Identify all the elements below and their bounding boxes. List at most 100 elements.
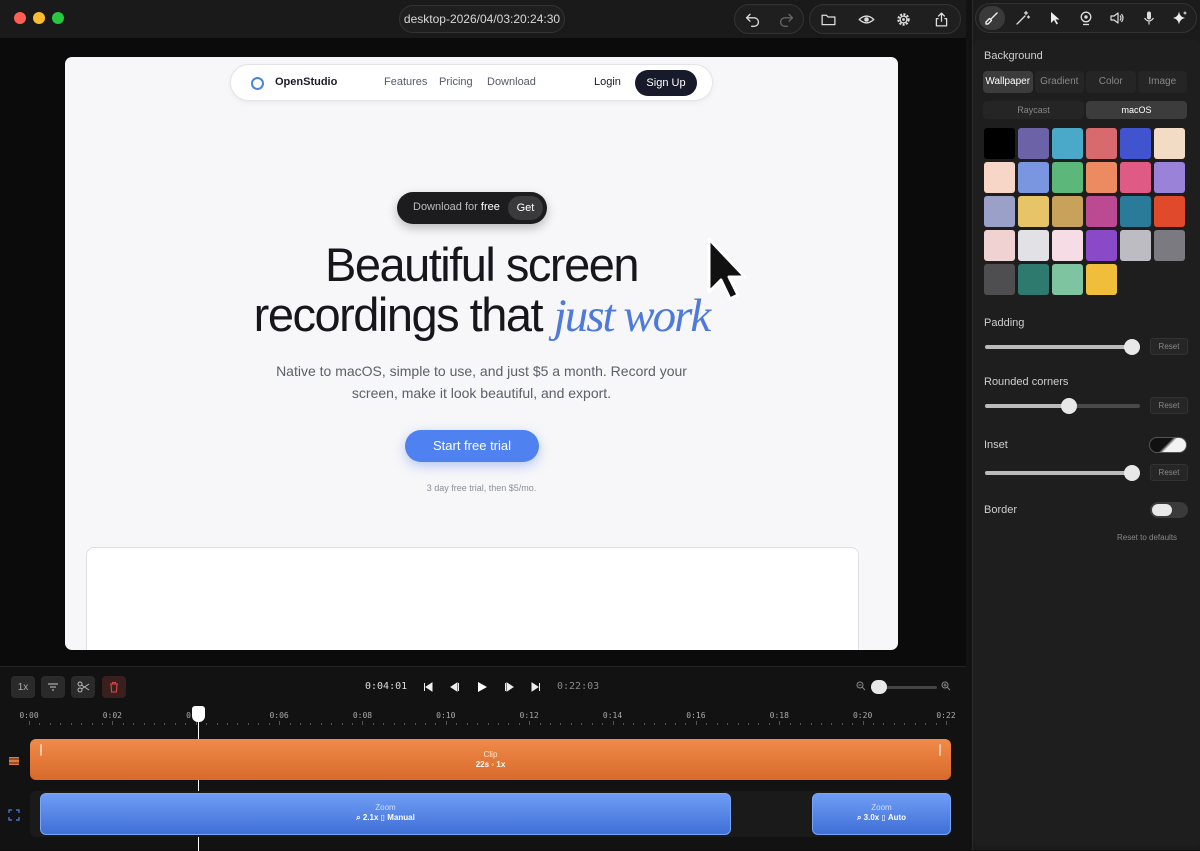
split-button[interactable]: [71, 676, 95, 698]
wallpaper-swatch[interactable]: [1018, 230, 1049, 261]
wallpaper-swatch[interactable]: [1018, 264, 1049, 295]
ruler-tick-mark: [206, 723, 208, 725]
wallpaper-swatch[interactable]: [1052, 196, 1083, 227]
skip-end-button[interactable]: [528, 679, 544, 695]
tab-macos[interactable]: macOS: [1086, 101, 1187, 119]
ruler-tick-mark: [112, 721, 114, 725]
wallpaper-swatch[interactable]: [1120, 230, 1151, 261]
border-toggle[interactable]: [1150, 502, 1188, 518]
zoom-out-icon[interactable]: [856, 681, 866, 691]
audio-tool-button[interactable]: [1104, 6, 1130, 30]
microphone-icon: [1143, 11, 1154, 25]
minimize-window-button[interactable]: [33, 12, 45, 24]
logo-icon: [251, 77, 264, 90]
corners-slider-knob[interactable]: [1060, 398, 1077, 414]
padding-slider-fill: [985, 345, 1133, 349]
wallpaper-swatch[interactable]: [1120, 128, 1151, 159]
background-tool-button[interactable]: [978, 6, 1005, 30]
zoom-lane[interactable]: Zoom ⌕ 2.1x ▯ Manual Zoom ⌕ 3.0x ▯ Auto: [30, 791, 951, 837]
tab-raycast[interactable]: Raycast: [983, 101, 1084, 119]
speed-button[interactable]: 1x: [11, 676, 35, 698]
clip-track[interactable]: Clip 22s ◦ 1x: [30, 739, 951, 780]
wallpaper-swatch[interactable]: [984, 264, 1015, 295]
cursor-tool-button[interactable]: [1042, 6, 1068, 30]
tab-color[interactable]: Color: [1086, 71, 1136, 93]
wallpaper-swatch[interactable]: [1018, 196, 1049, 227]
wallpaper-swatch[interactable]: [1018, 162, 1049, 193]
wallpaper-swatch[interactable]: [1154, 196, 1185, 227]
play-button[interactable]: [474, 679, 490, 695]
wallpaper-swatch[interactable]: [984, 162, 1015, 193]
padding-slider-knob[interactable]: [1124, 339, 1141, 355]
inset-toggle[interactable]: [1149, 437, 1187, 453]
redo-button[interactable]: [769, 5, 803, 33]
tab-gradient[interactable]: Gradient: [1034, 71, 1084, 93]
microphone-tool-button[interactable]: [1136, 6, 1162, 30]
clip-trim-handle-left[interactable]: [40, 744, 42, 756]
wallpaper-swatch[interactable]: [1154, 162, 1185, 193]
step-forward-button[interactable]: [501, 679, 517, 695]
tab-wallpaper[interactable]: Wallpaper: [983, 71, 1033, 93]
wallpaper-swatch[interactable]: [984, 196, 1015, 227]
tab-image[interactable]: Image: [1137, 71, 1187, 93]
zoom-in-icon[interactable]: [941, 681, 951, 691]
wallpaper-swatch[interactable]: [1052, 162, 1083, 193]
wallpaper-swatch[interactable]: [984, 128, 1015, 159]
wallpaper-swatch[interactable]: [1086, 264, 1117, 295]
magic-tool-button[interactable]: [1010, 6, 1036, 30]
wallpaper-swatch[interactable]: [1086, 128, 1117, 159]
zoom-segment[interactable]: Zoom ⌕ 2.1x ▯ Manual: [40, 793, 731, 835]
inset-reset-button[interactable]: Reset: [1150, 464, 1188, 481]
delete-button[interactable]: [102, 676, 126, 698]
ruler-tick-mark: [706, 723, 708, 725]
wallpaper-swatch[interactable]: [1052, 264, 1083, 295]
wallpaper-swatch[interactable]: [1154, 230, 1185, 261]
padding-reset-button[interactable]: Reset: [1150, 338, 1188, 355]
wallpaper-swatch[interactable]: [1086, 162, 1117, 193]
step-back-button[interactable]: [447, 679, 463, 695]
wallpaper-swatch[interactable]: [1120, 196, 1151, 227]
webcam-tool-button[interactable]: [1073, 6, 1099, 30]
time-ruler[interactable]: 0:000:020:040:060:080:100:120:140:160:18…: [0, 709, 966, 729]
corners-slider[interactable]: [985, 398, 1140, 414]
ruler-tick-mark: [591, 723, 593, 725]
undo-button[interactable]: [735, 5, 769, 33]
ruler-tick-mark: [893, 723, 895, 725]
share-button[interactable]: [924, 5, 958, 33]
settings-button[interactable]: [887, 5, 921, 33]
preview-button[interactable]: [849, 5, 883, 33]
ruler-tick-mark: [456, 723, 458, 725]
document-title[interactable]: desktop-2026/04/03:20:24:30: [399, 5, 565, 33]
wallpaper-swatch[interactable]: [984, 230, 1015, 261]
undo-icon: [745, 13, 759, 27]
ruler-tick-mark: [174, 723, 176, 725]
zoom-window-button[interactable]: [52, 12, 64, 24]
wallpaper-source-tabs: Raycast macOS: [983, 101, 1187, 119]
timeline-zoom-knob[interactable]: [871, 680, 887, 694]
wallpaper-swatch[interactable]: [1052, 128, 1083, 159]
wallpaper-swatch[interactable]: [1052, 230, 1083, 261]
inset-slider[interactable]: [985, 465, 1141, 481]
corners-reset-button[interactable]: Reset: [1150, 397, 1188, 414]
filter-button[interactable]: [41, 676, 65, 698]
ruler-tick-mark: [602, 723, 604, 725]
clip-trim-handle-right[interactable]: [939, 744, 941, 756]
skip-start-button[interactable]: [420, 679, 436, 695]
wallpaper-swatch[interactable]: [1154, 128, 1185, 159]
padding-slider[interactable]: [985, 339, 1141, 355]
step-back-icon: [450, 682, 459, 692]
timeline-zoom-slider[interactable]: [871, 680, 937, 694]
ruler-tick-mark: [570, 723, 572, 725]
close-window-button[interactable]: [14, 12, 26, 24]
wallpaper-swatch[interactable]: [1086, 196, 1117, 227]
zoom-segment[interactable]: Zoom ⌕ 3.0x ▯ Auto: [812, 793, 951, 835]
wallpaper-swatch[interactable]: [1120, 162, 1151, 193]
wallpaper-swatch[interactable]: [1018, 128, 1049, 159]
recording-preview[interactable]: OpenStudio Features Pricing Download Log…: [65, 57, 898, 650]
reset-defaults-link[interactable]: Reset to defaults: [1117, 533, 1177, 542]
wallpaper-swatch[interactable]: [1086, 230, 1117, 261]
open-folder-button[interactable]: [812, 5, 846, 33]
playhead-handle[interactable]: [192, 706, 205, 722]
sparkle-tool-button[interactable]: [1167, 6, 1193, 30]
inset-slider-knob[interactable]: [1124, 465, 1141, 481]
